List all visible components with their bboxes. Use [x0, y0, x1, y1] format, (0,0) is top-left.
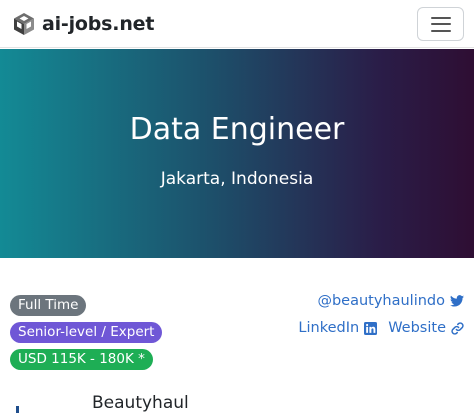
experience-level-badge: Senior-level / Expert: [10, 322, 163, 343]
linkedin-link[interactable]: LinkedIn: [298, 320, 378, 336]
twitter-handle: @beautyhaulindo: [317, 293, 445, 309]
navbar: ai-jobs.net: [0, 0, 474, 48]
website-label: Website: [388, 320, 446, 336]
company-name: Beautyhaul: [92, 393, 189, 413]
external-links-row: LinkedIn Website: [298, 320, 464, 336]
hamburger-menu-icon: [430, 16, 451, 32]
employment-type-badge: Full Time: [10, 295, 87, 316]
link-icon: [451, 321, 464, 335]
twitter-icon: [450, 295, 464, 307]
website-link[interactable]: Website: [388, 320, 464, 336]
job-hero: Data Engineer Jakarta, Indonesia: [0, 49, 474, 258]
job-title: Data Engineer: [129, 112, 345, 147]
salary-badge: USD 115K - 180K *: [10, 349, 153, 370]
menu-toggle-button[interactable]: [417, 7, 464, 41]
job-location: Jakarta, Indonesia: [160, 169, 314, 189]
brand-name: ai-jobs.net: [42, 13, 155, 35]
cube-logo-icon: [12, 12, 36, 36]
linkedin-icon: [364, 321, 378, 335]
brand-link[interactable]: ai-jobs.net: [12, 10, 154, 38]
twitter-link[interactable]: @beautyhaulindo: [317, 293, 464, 309]
linkedin-label: LinkedIn: [298, 320, 360, 336]
company-logo: [16, 406, 19, 413]
twitter-row: @beautyhaulindo: [317, 293, 464, 309]
